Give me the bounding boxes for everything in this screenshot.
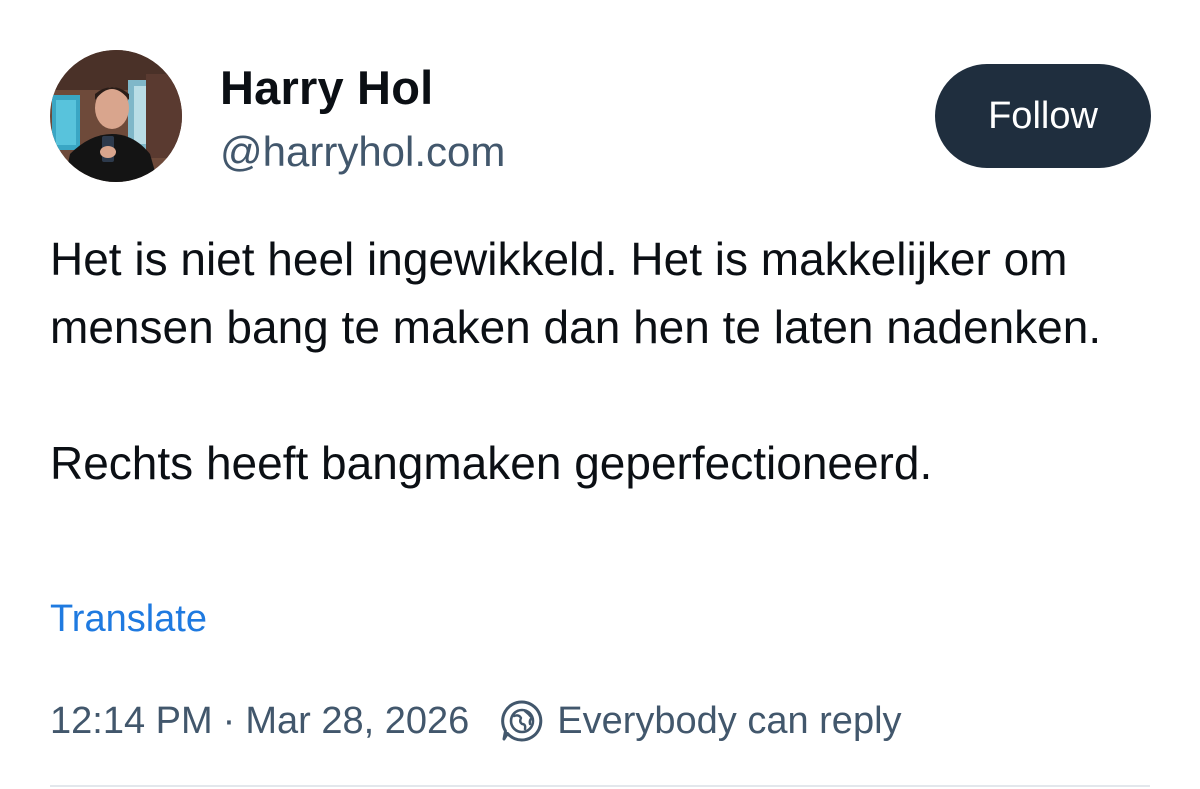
post-body: Het is niet heel ingewikkeld. Het is mak…: [50, 225, 1160, 497]
divider: [50, 785, 1150, 787]
post-meta: 12:14 PM · Mar 28, 2026 Everybody can re…: [50, 695, 902, 747]
globe-speech-icon: [499, 698, 545, 744]
follow-button[interactable]: Follow: [935, 64, 1151, 168]
post-paragraph: Rechts heeft bangmaken geperfectioneerd.: [50, 437, 933, 489]
post-paragraph: Het is niet heel ingewikkeld. Het is mak…: [50, 233, 1102, 353]
author-display-name[interactable]: Harry Hol: [220, 60, 433, 115]
post-card: Harry Hol @harryhol.com Follow Het is ni…: [0, 0, 1200, 789]
translate-link[interactable]: Translate: [50, 598, 207, 641]
post-date[interactable]: Mar 28, 2026: [245, 700, 469, 743]
post-time[interactable]: 12:14 PM: [50, 700, 213, 743]
reply-setting[interactable]: Everybody can reply: [499, 698, 902, 744]
author-handle[interactable]: @harryhol.com: [220, 128, 505, 176]
reply-setting-label: Everybody can reply: [557, 699, 902, 742]
avatar[interactable]: [50, 50, 182, 182]
avatar-photo: [50, 50, 182, 182]
meta-separator: ·: [222, 699, 236, 742]
